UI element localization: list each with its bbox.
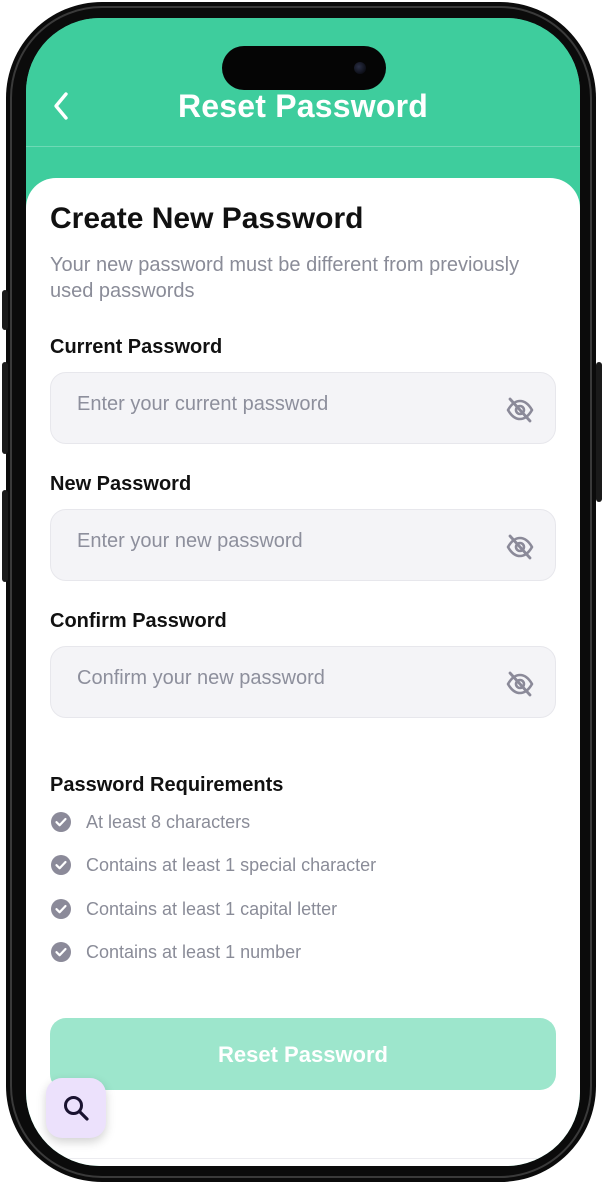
silent-switch [2, 290, 8, 330]
search-icon [64, 1096, 89, 1121]
current-password-input[interactable] [75, 387, 479, 421]
requirement-text: Contains at least 1 number [86, 941, 302, 962]
check-circle-icon [51, 899, 71, 919]
requirement-text: At least 8 characters [86, 811, 251, 832]
toggle-current-password-visibility[interactable] [505, 395, 535, 425]
dynamic-island [222, 46, 386, 90]
power-button [596, 362, 602, 502]
requirement-text: Contains at least 1 capital letter [86, 898, 338, 919]
front-camera [354, 62, 366, 74]
reset-password-button[interactable]: Reset Password [50, 1018, 556, 1090]
check-circle-icon [51, 855, 71, 875]
current-password-label: Current Password [50, 336, 223, 358]
app-header: Reset Password [26, 18, 580, 178]
app-screen: Reset Password Create New Password Your … [26, 18, 580, 1166]
new-password-label: New Password [50, 473, 192, 495]
form-title: Create New Password [50, 202, 364, 235]
requirement-item: Contains at least 1 number [50, 940, 301, 964]
check-circle-icon [51, 812, 71, 832]
requirement-text: Contains at least 1 special character [86, 854, 377, 875]
volume-up-button [2, 362, 8, 454]
requirements-title: Password Requirements [50, 774, 284, 796]
header-divider [26, 146, 580, 147]
form-subtitle: Your new password must be different from… [50, 254, 520, 302]
new-password-input[interactable] [75, 524, 479, 558]
check-circle-icon [51, 942, 71, 962]
eye-off-icon [506, 397, 534, 423]
new-password-field[interactable] [50, 509, 556, 581]
toggle-confirm-password-visibility[interactable] [505, 669, 535, 699]
requirement-item: At least 8 characters [50, 810, 250, 834]
requirement-item: Contains at least 1 capital letter [50, 897, 337, 921]
requirement-item: Contains at least 1 special character [50, 853, 376, 877]
bottom-divider [26, 1158, 580, 1159]
volume-down-button [2, 490, 8, 582]
confirm-password-label: Confirm Password [50, 610, 227, 632]
page-title: Reset Password [177, 88, 429, 124]
toggle-new-password-visibility[interactable] [505, 532, 535, 562]
floating-search-button[interactable] [46, 1078, 106, 1138]
form-card: Create New Password Your new password mu… [26, 178, 580, 1166]
confirm-password-field[interactable] [50, 646, 556, 718]
confirm-password-input[interactable] [75, 661, 479, 695]
eye-off-icon [506, 671, 534, 697]
eye-off-icon [506, 534, 534, 560]
current-password-field[interactable] [50, 372, 556, 444]
